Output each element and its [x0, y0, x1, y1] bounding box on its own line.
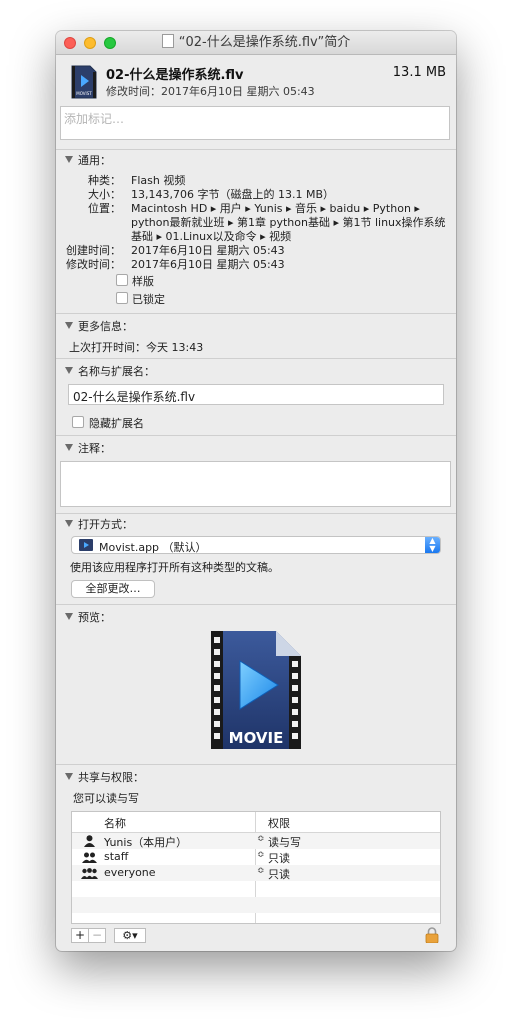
open-with-note: 使用该应用程序打开所有这种类型的文稿。: [70, 561, 279, 574]
row-name: Yunis（本用户）: [104, 836, 188, 849]
movie-icon-text: MOVIE: [229, 729, 284, 747]
row-privilege[interactable]: 读与写: [268, 834, 301, 850]
modified-summary: 修改时间：2017年6月10日 星期六 05:43: [106, 85, 315, 98]
section-open-with-header[interactable]: 打开方式：: [65, 516, 133, 532]
locked-checkbox[interactable]: [116, 292, 128, 304]
permissions-table: 名称 权限 Yunis（本用户） ≎ 读与写 staff ≎ 只读 everyo…: [71, 811, 441, 924]
divider: [56, 764, 456, 765]
section-comments-title: 注释：: [78, 442, 111, 455]
info-header: MOVIST 02-什么是操作系统.flv 13.1 MB 修改时间：2017年…: [56, 55, 456, 149]
section-name-ext-title: 名称与扩展名：: [78, 365, 155, 378]
table-row[interactable]: Yunis（本用户） ≎ 读与写: [72, 833, 440, 849]
table-row[interactable]: everyone ≎ 只读: [72, 865, 440, 881]
row-name: everyone: [104, 866, 156, 879]
locked-label: 已锁定: [132, 293, 165, 306]
open-with-popup[interactable]: Movist.app （默认） ▲ ▼: [71, 536, 441, 554]
table-row-empty: [72, 897, 440, 913]
file-name-field[interactable]: 02-什么是操作系统.flv: [68, 384, 444, 405]
file-size-summary: 13.1 MB: [392, 65, 446, 80]
group-icon: [82, 852, 97, 863]
row-privilege[interactable]: 只读: [268, 850, 290, 866]
open-with-app-name: Movist.app （默认）: [99, 541, 207, 554]
stationery-checkbox[interactable]: [116, 274, 128, 286]
where-label: 位置：: [88, 202, 121, 215]
svg-text:MOVIST: MOVIST: [76, 91, 92, 96]
disclosure-triangle-icon[interactable]: [65, 156, 73, 163]
divider: [56, 604, 456, 605]
section-more-info-header[interactable]: 更多信息：: [65, 318, 133, 334]
section-general-title: 通用：: [78, 154, 111, 167]
info-window: “02-什么是操作系统.flv”简介 MOVIST 02-什么是操作系统.flv…: [56, 31, 456, 951]
action-gear-button[interactable]: ⚙▾: [114, 928, 146, 943]
comments-textarea[interactable]: [60, 461, 451, 507]
file-name-title: 02-什么是操作系统.flv: [106, 68, 244, 83]
divider: [56, 435, 456, 436]
disclosure-triangle-icon[interactable]: [65, 322, 73, 329]
disclosure-triangle-icon[interactable]: [65, 367, 73, 374]
permissions-table-header: 名称 权限: [72, 812, 440, 833]
modified-value: 2017年6月10日 星期六 05:43: [131, 258, 285, 271]
document-proxy-icon[interactable]: [161, 34, 174, 48]
divider: [56, 513, 456, 514]
privilege-popup-arrows-icon[interactable]: ≎: [257, 850, 265, 860]
remove-user-button[interactable]: −: [88, 928, 106, 943]
window-title-area: “02-什么是操作系统.flv”简介: [56, 31, 456, 54]
column-header-privilege[interactable]: 权限: [268, 815, 290, 831]
title-bar: “02-什么是操作系统.flv”简介: [56, 31, 456, 55]
section-sharing-title: 共享与权限：: [78, 771, 144, 784]
window-title: “02-什么是操作系统.flv”简介: [178, 35, 351, 50]
hide-extension-checkbox[interactable]: [72, 416, 84, 428]
privilege-popup-arrows-icon[interactable]: ≎: [257, 834, 265, 844]
tags-input[interactable]: 添加标记…: [60, 106, 450, 140]
section-open-with-title: 打开方式：: [78, 518, 133, 531]
movist-file-icon: MOVIST: [71, 65, 97, 99]
disclosure-triangle-icon[interactable]: [65, 773, 73, 780]
table-row-empty: [72, 881, 440, 897]
popup-arrows-icon[interactable]: ▲ ▼: [425, 537, 440, 553]
lock-icon[interactable]: [425, 927, 439, 943]
section-more-info-title: 更多信息：: [78, 320, 133, 333]
section-preview-title: 预览：: [78, 611, 111, 624]
section-name-ext-header[interactable]: 名称与扩展名：: [65, 363, 155, 379]
single-user-icon: [84, 835, 95, 847]
disclosure-triangle-icon[interactable]: [65, 444, 73, 451]
row-name: staff: [104, 850, 129, 863]
stationery-label: 样版: [132, 275, 154, 288]
movist-app-icon: [79, 539, 93, 551]
section-sharing-header[interactable]: 共享与权限：: [65, 769, 144, 785]
divider: [56, 149, 456, 150]
everyone-icon: [81, 868, 98, 879]
change-all-button[interactable]: 全部更改…: [71, 580, 155, 598]
divider: [56, 358, 456, 359]
movie-file-preview-icon: MOVIE: [211, 631, 301, 749]
row-privilege[interactable]: 只读: [268, 866, 290, 882]
modified-label: 修改时间：: [66, 258, 121, 271]
divider: [56, 313, 456, 314]
privilege-popup-arrows-icon[interactable]: ≎: [257, 866, 265, 876]
disclosure-triangle-icon[interactable]: [65, 613, 73, 620]
section-general-header[interactable]: 通用：: [65, 152, 111, 168]
table-row[interactable]: staff ≎ 只读: [72, 849, 440, 865]
hide-extension-label: 隐藏扩展名: [89, 417, 144, 430]
section-comments-header[interactable]: 注释：: [65, 440, 111, 456]
sharing-summary: 您可以读与写: [73, 792, 139, 805]
disclosure-triangle-icon[interactable]: [65, 520, 73, 527]
last-opened-text: 上次打开时间：今天 13:43: [69, 341, 204, 354]
add-user-button[interactable]: +: [71, 928, 89, 943]
column-header-name[interactable]: 名称: [104, 815, 126, 831]
section-preview-header[interactable]: 预览：: [65, 609, 111, 625]
